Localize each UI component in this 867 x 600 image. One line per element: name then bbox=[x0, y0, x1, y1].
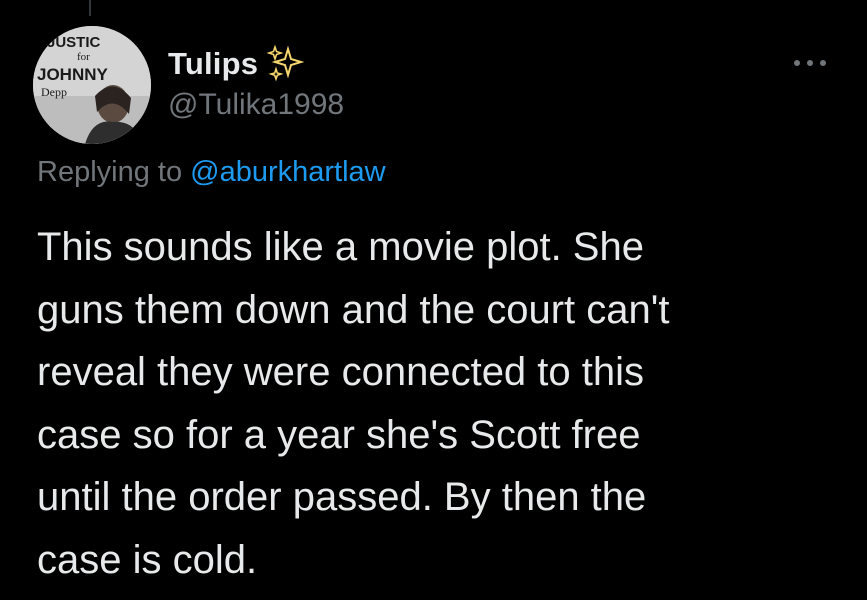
thread-connector-line bbox=[89, 0, 91, 16]
avatar-text-for: for bbox=[77, 51, 90, 63]
sparkles-icon bbox=[266, 45, 305, 82]
avatar-image: JUSTIC for JOHNNY Depp bbox=[33, 26, 151, 144]
display-name[interactable]: Tulips bbox=[168, 46, 258, 82]
author-name-row[interactable]: Tulips bbox=[168, 44, 305, 84]
avatar-text-johnny: JOHNNY bbox=[37, 65, 109, 84]
avatar-text-depp: Depp bbox=[41, 85, 67, 99]
replying-to: Replying to @aburkhartlaw bbox=[37, 156, 386, 189]
replying-to-label: Replying to bbox=[37, 156, 183, 188]
user-handle[interactable]: @Tulika1998 bbox=[168, 88, 344, 122]
reply-mention-link[interactable]: @aburkhartlaw bbox=[190, 156, 385, 188]
avatar[interactable]: JUSTIC for JOHNNY Depp bbox=[33, 26, 151, 144]
more-dots-icon[interactable] bbox=[793, 56, 827, 70]
avatar-text-justice: JUSTIC bbox=[47, 34, 101, 51]
tweet-text: This sounds like a movie plot. She guns … bbox=[37, 225, 670, 582]
